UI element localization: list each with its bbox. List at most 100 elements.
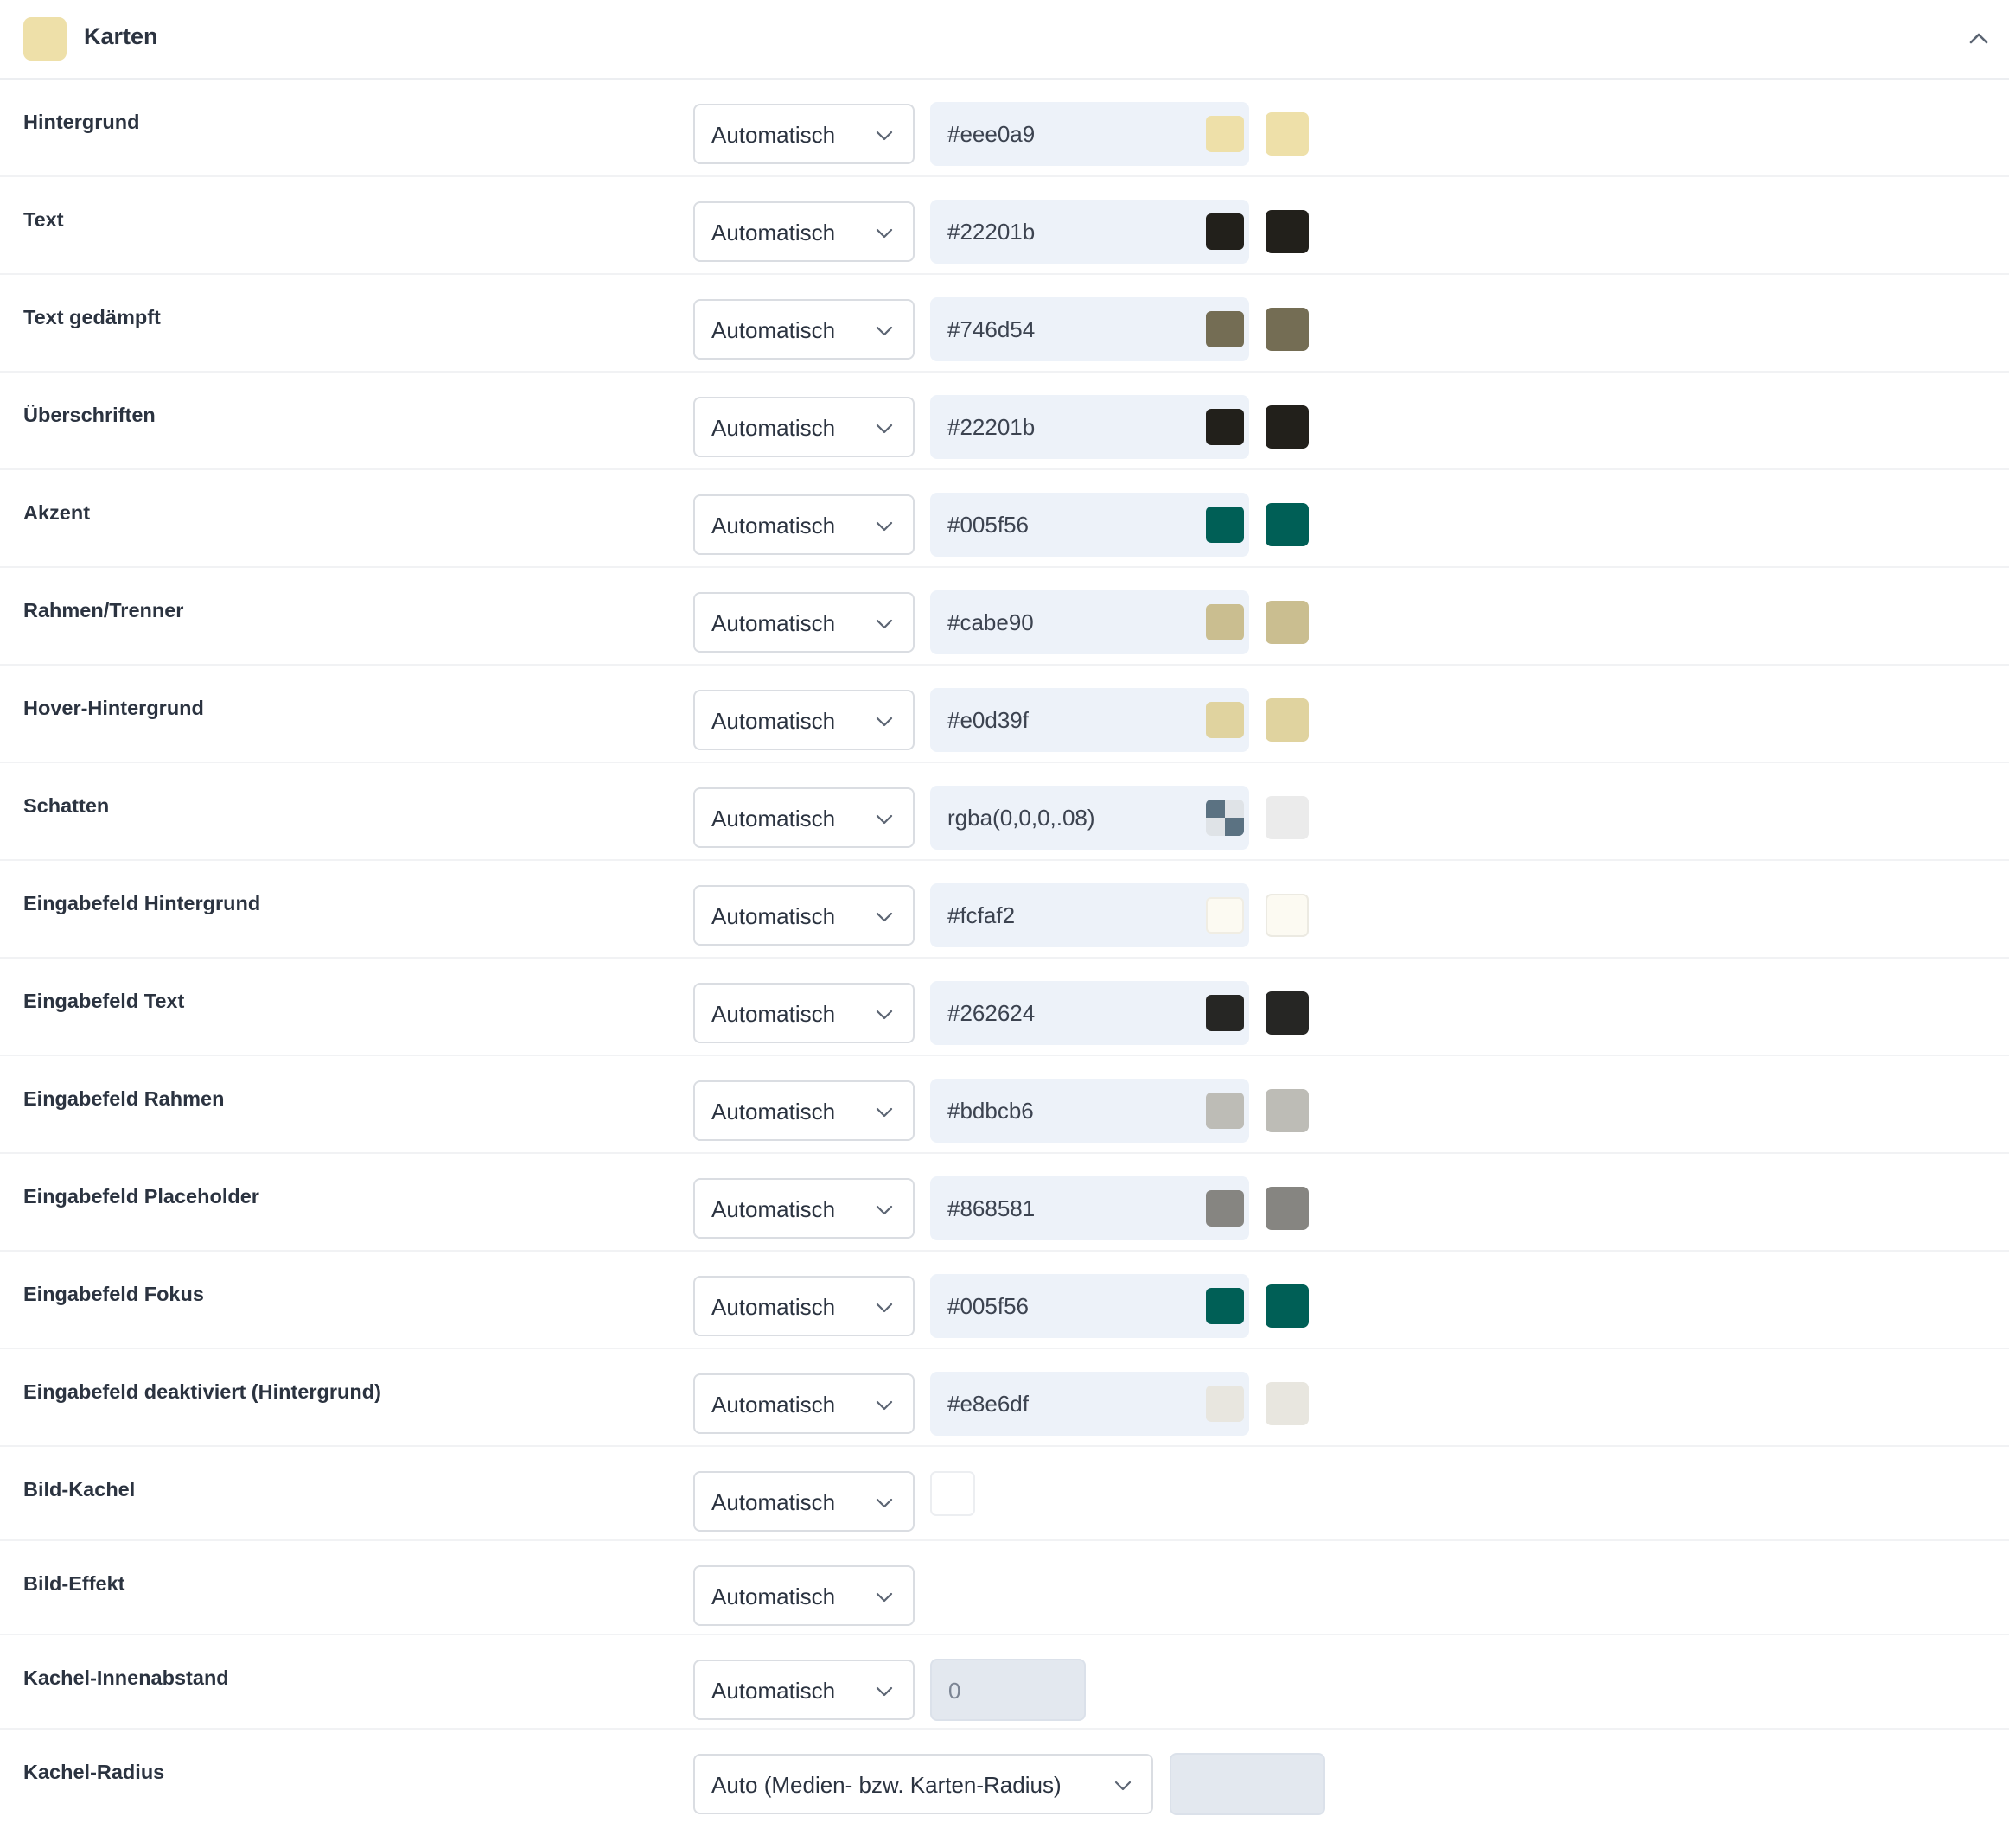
chevron-down-icon <box>876 424 893 434</box>
color-preview-swatch[interactable] <box>1266 1187 1309 1230</box>
color-preview-swatch[interactable] <box>1266 991 1309 1035</box>
radius-input[interactable] <box>1170 1753 1325 1815</box>
color-value-text: #22201b <box>947 219 1036 245</box>
select-value: Automatisch <box>711 1196 836 1222</box>
mode-select[interactable]: Automatisch <box>693 104 915 164</box>
color-picker-swatch[interactable] <box>1206 1386 1244 1422</box>
color-value-input[interactable]: #262624 <box>930 981 1249 1045</box>
color-preview-swatch[interactable] <box>1266 698 1309 742</box>
section-header[interactable]: Karten <box>0 0 2009 80</box>
color-preview-swatch[interactable] <box>1266 308 1309 351</box>
color-value-input[interactable]: rgba(0,0,0,.08) <box>930 786 1249 850</box>
mode-select[interactable]: Automatisch <box>693 1276 915 1336</box>
chevron-down-icon <box>876 1010 893 1020</box>
setting-row-text: Text Automatisch #22201b <box>0 177 2009 275</box>
chevron-down-icon <box>876 521 893 532</box>
color-preview-swatch[interactable] <box>1266 503 1309 546</box>
color-picker-swatch[interactable] <box>1206 409 1244 445</box>
chevron-down-icon <box>876 1400 893 1411</box>
mode-select[interactable]: Automatisch <box>693 201 915 262</box>
color-picker-swatch[interactable] <box>1206 1190 1244 1227</box>
color-value-input[interactable]: #005f56 <box>930 1274 1249 1338</box>
color-value-input[interactable]: #746d54 <box>930 297 1249 361</box>
color-value-text: #e8e6df <box>947 1391 1029 1417</box>
color-preview-swatch[interactable] <box>1266 405 1309 449</box>
color-picker-swatch[interactable] <box>1206 897 1244 934</box>
color-picker-swatch[interactable] <box>1206 1288 1244 1324</box>
color-value-text: #746d54 <box>947 316 1036 342</box>
color-preview-swatch[interactable] <box>1266 210 1309 253</box>
color-value-input[interactable]: #22201b <box>930 200 1249 264</box>
color-preview-swatch[interactable] <box>1266 894 1309 937</box>
color-preview-swatch[interactable] <box>1266 1382 1309 1425</box>
color-value-input[interactable]: #868581 <box>930 1176 1249 1240</box>
select-value: Automatisch <box>711 317 836 343</box>
color-value-text: #005f56 <box>947 1293 1029 1319</box>
setting-row-kachel-radius: Kachel-Radius Auto (Medien- bzw. Karten-… <box>0 1730 2009 1824</box>
color-value-text: #cabe90 <box>947 609 1034 635</box>
setting-label: Eingabefeld Fokus <box>23 1283 204 1305</box>
setting-label: Hover-Hintergrund <box>23 697 204 719</box>
color-picker-swatch[interactable] <box>1206 507 1244 543</box>
color-preview-swatch[interactable] <box>1266 1284 1309 1328</box>
mode-select[interactable]: Automatisch <box>693 494 915 555</box>
color-picker-swatch[interactable] <box>1206 213 1244 250</box>
setting-row-kachel-innenabstand: Kachel-Innenabstand Automatisch 0 <box>0 1635 2009 1730</box>
mode-select[interactable]: Automatisch <box>693 787 915 848</box>
mode-select[interactable]: Automatisch <box>693 1660 915 1720</box>
color-picker-swatch[interactable] <box>1206 604 1244 640</box>
mode-select[interactable]: Automatisch <box>693 1373 915 1434</box>
color-picker-swatch[interactable] <box>1206 800 1244 836</box>
chevron-down-icon <box>876 1205 893 1215</box>
color-value-input[interactable]: #005f56 <box>930 493 1249 557</box>
color-value-text: #fcfaf2 <box>947 902 1016 928</box>
setting-label: Rahmen/Trenner <box>23 599 184 621</box>
color-picker-swatch[interactable] <box>1206 995 1244 1031</box>
chevron-up-icon[interactable] <box>1964 24 1993 54</box>
color-value-input[interactable]: #bdbcb6 <box>930 1079 1249 1143</box>
color-value-text: #262624 <box>947 1000 1036 1026</box>
color-value-input[interactable]: #22201b <box>930 395 1249 459</box>
mode-select[interactable]: Automatisch <box>693 592 915 653</box>
select-value: Automatisch <box>711 903 836 929</box>
mode-select[interactable]: Automatisch <box>693 299 915 360</box>
select-value: Automatisch <box>711 1584 836 1609</box>
tile-color-swatch[interactable] <box>930 1471 975 1516</box>
select-value: Automatisch <box>711 610 836 636</box>
color-value-text: #868581 <box>947 1195 1036 1221</box>
section-title: Karten <box>84 23 158 49</box>
select-value: Automatisch <box>711 1678 836 1704</box>
color-preview-swatch[interactable] <box>1266 1089 1309 1132</box>
mode-select[interactable]: Automatisch <box>693 983 915 1043</box>
color-preview-swatch[interactable] <box>1266 601 1309 644</box>
mode-select[interactable]: Automatisch <box>693 690 915 750</box>
color-picker-swatch[interactable] <box>1206 311 1244 347</box>
color-preview-swatch[interactable] <box>1266 112 1309 156</box>
mode-select[interactable]: Automatisch <box>693 1080 915 1141</box>
mode-select[interactable]: Automatisch <box>693 1471 915 1532</box>
mode-select[interactable]: Automatisch <box>693 885 915 946</box>
color-value-input[interactable]: #fcfaf2 <box>930 883 1249 947</box>
setting-row-rahmen-trenner: Rahmen/Trenner Automatisch #cabe90 <box>0 568 2009 666</box>
mode-select[interactable]: Automatisch <box>693 397 915 457</box>
mode-select[interactable]: Auto (Medien- bzw. Karten-Radius) <box>693 1754 1153 1814</box>
mode-select[interactable]: Automatisch <box>693 1565 915 1626</box>
color-picker-swatch[interactable] <box>1206 116 1244 152</box>
color-value-input[interactable]: #e0d39f <box>930 688 1249 752</box>
color-value-input[interactable]: #e8e6df <box>930 1372 1249 1436</box>
select-value: Automatisch <box>711 513 836 538</box>
setting-row-ueberschriften: Überschriften Automatisch #22201b <box>0 373 2009 470</box>
chevron-down-icon <box>876 1303 893 1313</box>
select-value: Auto (Medien- bzw. Karten-Radius) <box>711 1772 1062 1798</box>
color-value-input[interactable]: #cabe90 <box>930 590 1249 654</box>
color-picker-swatch[interactable] <box>1206 1093 1244 1129</box>
mode-select[interactable]: Automatisch <box>693 1178 915 1239</box>
padding-input[interactable]: 0 <box>930 1659 1086 1721</box>
color-value-text: #bdbcb6 <box>947 1098 1034 1124</box>
select-value: Automatisch <box>711 1099 836 1125</box>
setting-row-eingabefeld-fokus: Eingabefeld Fokus Automatisch #005f56 <box>0 1252 2009 1349</box>
color-picker-swatch[interactable] <box>1206 702 1244 738</box>
select-value: Automatisch <box>711 1489 836 1515</box>
color-preview-swatch[interactable] <box>1266 796 1309 839</box>
color-value-input[interactable]: #eee0a9 <box>930 102 1249 166</box>
